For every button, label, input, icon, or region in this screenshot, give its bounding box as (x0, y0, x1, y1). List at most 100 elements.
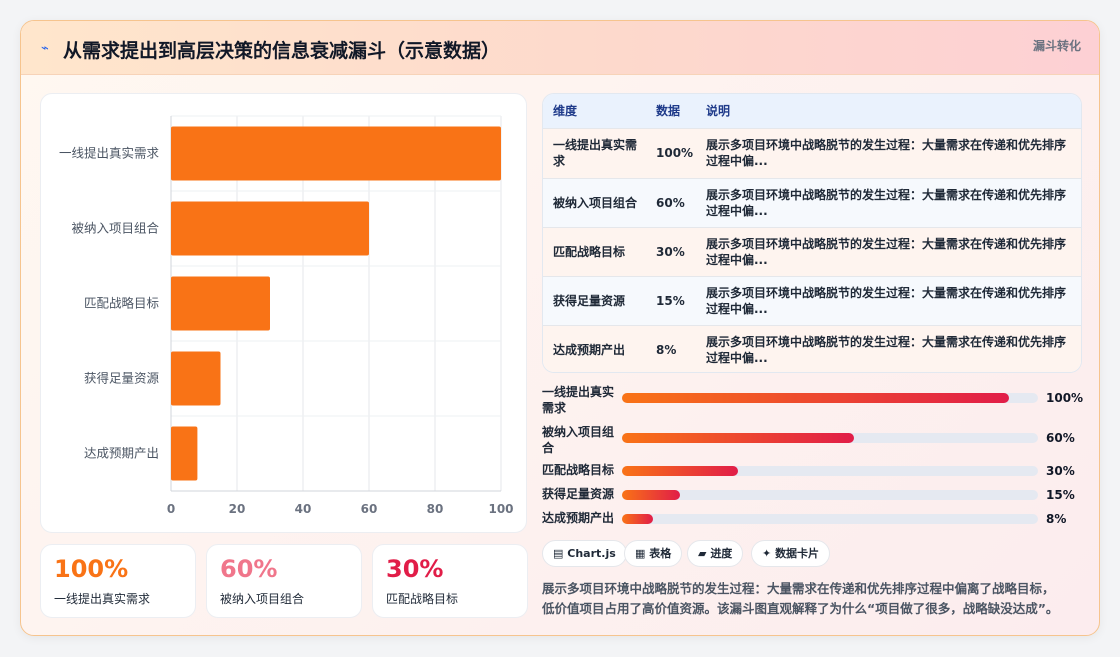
progress-label: 获得足量资源 (542, 487, 615, 501)
progress-track (622, 433, 1038, 443)
progress-label: 达成预期产出 (542, 511, 615, 525)
progress-track (622, 466, 1038, 476)
table-icon: ▦ (635, 547, 646, 560)
progress-row: 被纳入项目组 合 60% (542, 425, 1082, 457)
row-value: 30% (656, 245, 685, 259)
header-data: 数据 (656, 104, 681, 118)
bar (171, 351, 221, 406)
progress-fill (622, 393, 1009, 403)
chip-data-cards[interactable]: ✦ 数据卡片 (751, 540, 831, 567)
row-description-cont: 过程中偏... (706, 204, 768, 218)
progress-row: 一线提出真实 需求 100% (542, 385, 1084, 417)
progress-label: 匹配战略目标 (542, 463, 615, 477)
table-row: 匹配战略目标 30% 展示多项目环境中战略脱节的发生过程：大量需求在传递和优先排… (543, 227, 1081, 276)
row-value: 100% (656, 146, 694, 160)
progress-label-cont: 合 (542, 441, 555, 455)
progress-track (622, 393, 1038, 403)
table-row: 获得足量资源 15% 展示多项目环境中战略脱节的发生过程：大量需求在传递和优先排… (543, 276, 1081, 325)
chip-chartjs[interactable]: ▤ Chart.js (542, 540, 627, 567)
stat-card-3: 30% 匹配战略目标 (372, 544, 528, 618)
chip-label: 进度 (710, 547, 733, 560)
chip-label: 数据卡片 (775, 547, 820, 560)
row-description: 展示多项目环境中战略脱节的发生过程：大量需求在传递和优先排序 (706, 188, 1067, 202)
y-tick-label: 匹配战略目标 (84, 296, 159, 311)
stat-value: 60% (220, 555, 278, 583)
progress-fill (622, 433, 855, 443)
funnel-icon: ⌁ (41, 41, 49, 56)
row-dimension-cont: 求 (553, 154, 566, 168)
bar-chart: 0 20 40 60 80 100 一线提出真实需求被纳入项目组合匹配战略目标获得足量资源达… (59, 115, 514, 516)
row-description: 展示多项目环境中战略脱节的发生过程：大量需求在传递和优先排序 (706, 138, 1067, 152)
description: 展示多项目环境中战略脱节的发生过程：大量需求在传递和优先排序过程中偏离了战略目标… (542, 579, 1082, 619)
y-tick-label: 被纳入项目组合 (71, 221, 159, 236)
x-tick-label: 20 (229, 502, 246, 516)
progress-label: 一线提出真实 (542, 385, 615, 399)
row-value: 15% (656, 294, 685, 308)
progress-value: 8% (1046, 512, 1067, 526)
stat-card-2: 60% 被纳入项目组合 (206, 544, 362, 618)
y-tick-label: 一线提出真实需求 (59, 146, 160, 161)
row-description: 展示多项目环境中战略脱节的发生过程：大量需求在传递和优先排序 (706, 237, 1067, 251)
stat-card-1: 100% 一线提出真实需求 (40, 544, 196, 618)
progress-fill (622, 514, 653, 524)
progress-row: 达成预期产出 8% (542, 511, 1082, 538)
progress-value: 15% (1046, 488, 1075, 502)
progress-label: 被纳入项目组 (542, 425, 615, 439)
sparkle-icon: ✦ (762, 547, 772, 560)
stat-label: 一线提出真实需求 (54, 592, 151, 606)
row-dimension: 一线提出真实需 (553, 138, 638, 152)
stat-value: 30% (386, 555, 444, 583)
progress-icon: ▰ (698, 547, 707, 560)
progress-track (622, 514, 1038, 524)
stat-value: 100% (54, 555, 129, 583)
row-dimension: 被纳入项目组合 (553, 196, 638, 210)
data-table: 维度 数据 说明 一线提出真实需 求 100% 展示多项目环境中战略脱节的发生过… (542, 93, 1082, 373)
row-description-cont: 过程中偏... (706, 302, 768, 316)
table-header: 维度 数据 说明 (543, 94, 1081, 128)
row-description-cont: 过程中偏... (706, 351, 768, 365)
page-title: 从需求提出到高层决策的信息衰减漏斗（示意数据） (63, 40, 501, 62)
row-description: 展示多项目环境中战略脱节的发生过程：大量需求在传递和优先排序 (706, 335, 1067, 349)
x-tick-label: 0 (167, 502, 175, 516)
chip-progress[interactable]: ▰ 进度 (687, 540, 744, 567)
header-badge: 漏斗转化 (1032, 39, 1081, 53)
chip-table[interactable]: ▦ 表格 (624, 540, 683, 567)
header: ⌁ 从需求提出到高层决策的信息衰减漏斗（示意数据） 漏斗转化 (21, 21, 1099, 75)
bar (171, 201, 369, 256)
progress-value: 60% (1046, 431, 1075, 445)
header-description: 说明 (706, 104, 731, 118)
progress-fill (622, 490, 681, 500)
description-line-2: 低价值项目占用了高价值资源。该漏斗图直观解释了为什么“项目做了很多，战略缺没达成… (542, 601, 1059, 616)
bar-chart-panel: 0 20 40 60 80 100 一线提出真实需求被纳入项目组合匹配战略目标 获得足量资源达… (40, 93, 527, 533)
progress-label-cont: 需求 (542, 401, 567, 415)
row-description-cont: 过程中偏... (706, 154, 768, 168)
y-tick-label: 达成预期产出 (84, 446, 159, 461)
progress-row: 获得足量资源 15% (542, 487, 1082, 514)
row-dimension: 达成预期产出 (553, 343, 626, 357)
table-row: 一线提出真实需 求 100% 展示多项目环境中战略脱节的发生过程：大量需求在传递… (543, 128, 1081, 178)
x-tick-label: 40 (295, 502, 312, 516)
y-tick-label: 获得足量资源 (84, 371, 160, 386)
stat-label: 被纳入项目组合 (220, 592, 305, 606)
stat-label: 匹配战略目标 (386, 592, 459, 606)
description-line-1: 展示多项目环境中战略脱节的发生过程：大量需求在传递和优先排序过程中偏离了战略目标… (542, 581, 1055, 596)
chart-icon: ▤ (553, 547, 564, 560)
chip-label: Chart.js (567, 547, 616, 560)
row-value: 60% (656, 196, 685, 210)
x-tick-label: 80 (427, 502, 444, 516)
progress-row: 匹配战略目标 30% (542, 463, 1082, 490)
header-dimension: 维度 (553, 104, 578, 118)
x-tick-label: 60 (361, 502, 378, 516)
x-tick-label: 100 (488, 502, 513, 516)
bar (171, 276, 270, 331)
progress-fill (622, 466, 739, 476)
chip-label: 表格 (649, 547, 672, 560)
table-row: 达成预期产出 8% 展示多项目环境中战略脱节的发生过程：大量需求在传递和优先排序… (543, 325, 1081, 372)
row-dimension: 匹配战略目标 (553, 245, 626, 259)
bar (171, 426, 198, 481)
dashboard-card: ⌁ 从需求提出到高层决策的信息衰减漏斗（示意数据） 漏斗转化 0 20 40 60 80… (20, 20, 1100, 636)
progress-value: 100% (1046, 391, 1084, 405)
progress-track (622, 490, 1038, 500)
row-description: 展示多项目环境中战略脱节的发生过程：大量需求在传递和优先排序 (706, 286, 1067, 300)
row-dimension: 获得足量资源 (553, 294, 626, 308)
